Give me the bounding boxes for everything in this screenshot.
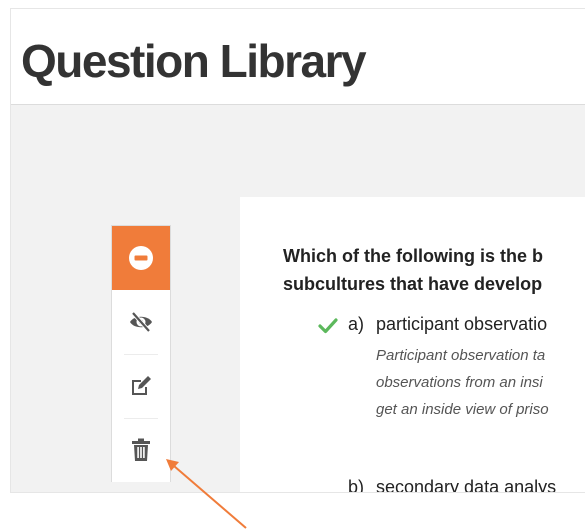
answer-explanation: Participant observation ta observations … (376, 342, 585, 423)
correct-check-icon (318, 318, 338, 334)
question-text: Which of the following is the b subcultu… (283, 242, 585, 298)
question-card[interactable]: Which of the following is the b subcultu… (240, 197, 585, 493)
question-toolbar (111, 225, 171, 482)
answer-a: a) participant observatio (348, 314, 547, 335)
question-library-panel: Question Library Which of the following … (10, 8, 585, 493)
question-line-1: Which of the following is the b (283, 246, 543, 266)
explanation-line: get an inside view of priso (376, 401, 549, 418)
explanation-line: Participant observation ta (376, 347, 546, 364)
toolbar-divider (124, 418, 158, 419)
question-line-2: subcultures that have develop (283, 274, 543, 294)
answer-letter: b) (348, 477, 365, 493)
hide-button[interactable] (112, 290, 170, 354)
page-header: Question Library (11, 9, 585, 105)
answer-b: b) secondary data analys (348, 477, 557, 493)
delete-button[interactable] (112, 418, 170, 482)
answer-letter: a) (348, 314, 365, 334)
explanation-line: observations from an insi (376, 374, 543, 391)
answer-text: participant observatio (376, 314, 548, 334)
remove-icon (129, 246, 153, 270)
toolbar-divider (124, 354, 158, 355)
hide-icon (130, 311, 152, 333)
edit-icon (132, 376, 151, 395)
remove-button[interactable] (112, 226, 170, 290)
answer-text: secondary data analys (376, 477, 557, 493)
edit-button[interactable] (112, 354, 170, 418)
page-title: Question Library (21, 35, 367, 87)
trash-icon (132, 438, 150, 461)
